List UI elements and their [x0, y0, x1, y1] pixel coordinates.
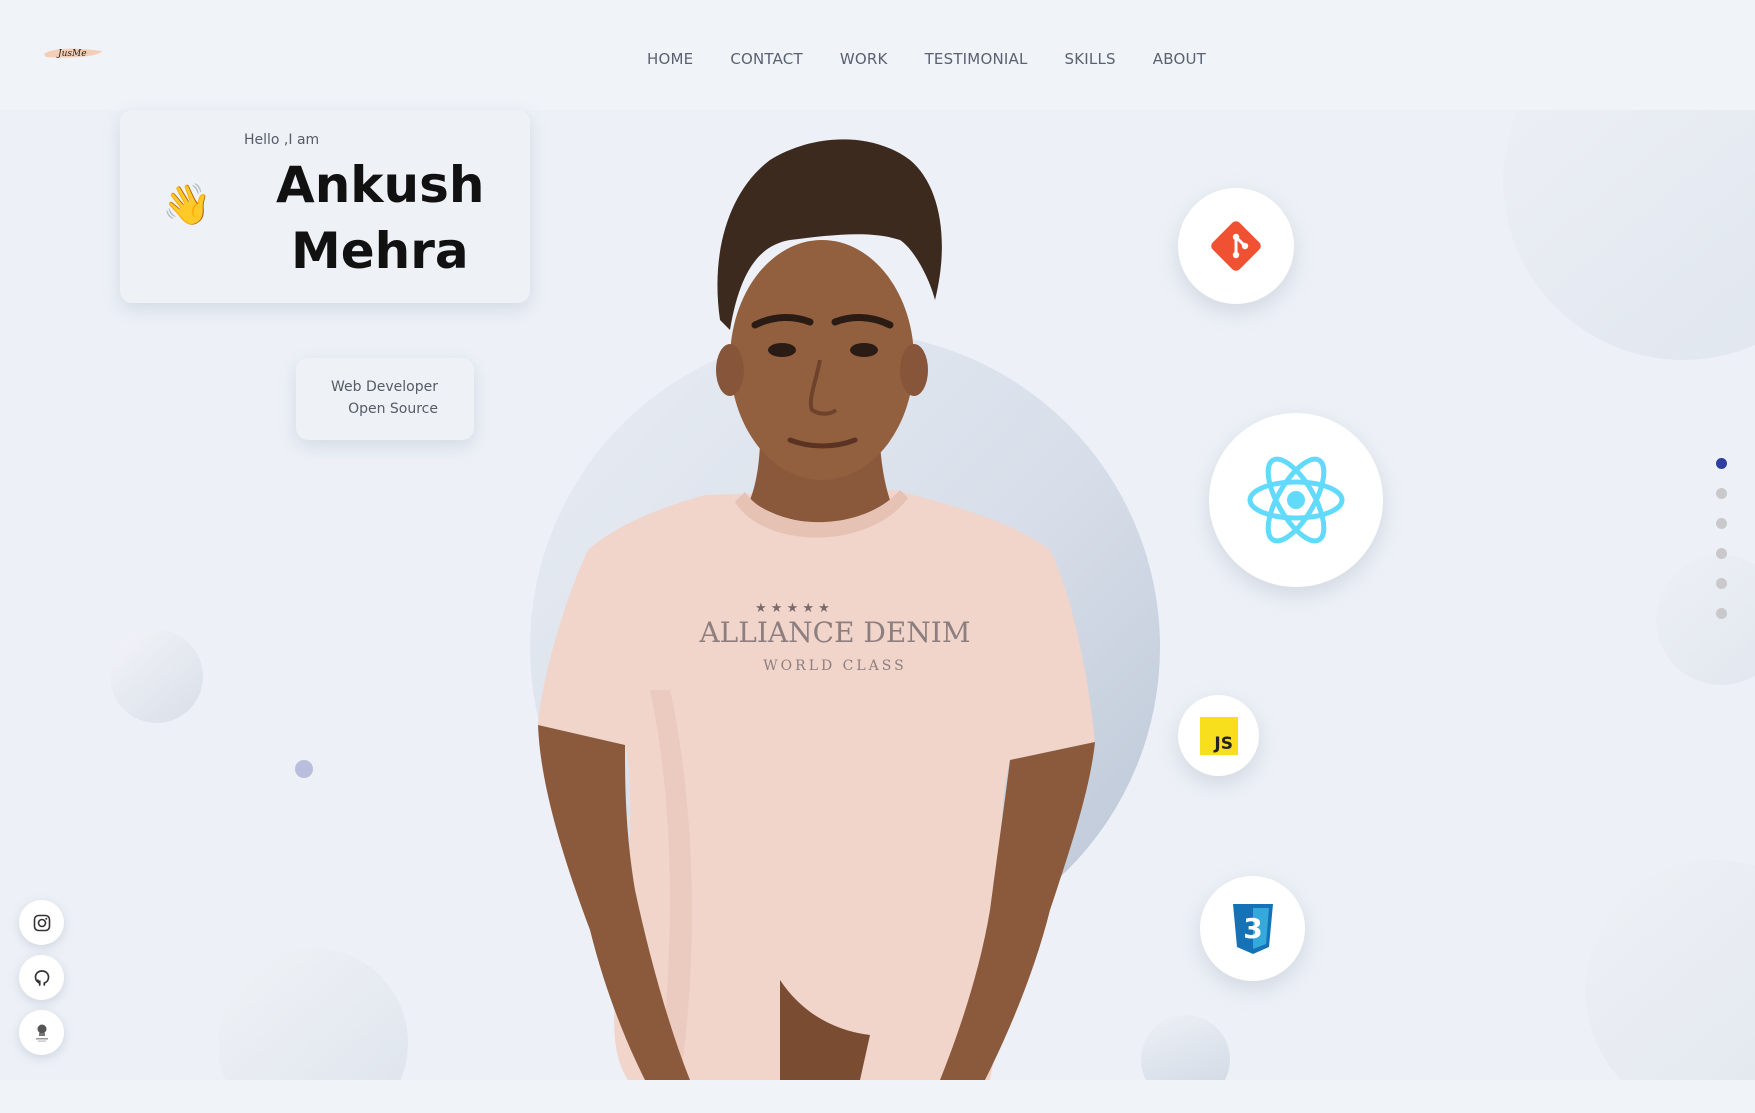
- decorative-dot: [295, 760, 313, 778]
- instagram-button[interactable]: [19, 900, 64, 945]
- role-web-developer: Web Developer: [331, 379, 438, 395]
- decorative-circle: [1585, 860, 1755, 1113]
- svg-text:JS: JS: [1213, 734, 1233, 754]
- pager-dot-4[interactable]: [1716, 548, 1727, 559]
- pager-dot-5[interactable]: [1716, 578, 1727, 589]
- site-logo[interactable]: JusMe: [42, 44, 104, 62]
- profile-photo: ★ ★ ★ ★ ★ ALLIANCE DENIM WORLD CLASS: [538, 139, 1095, 1080]
- intro-card: Hello ,I am 👋 Ankush Mehra: [120, 110, 530, 303]
- greeting-text: Hello ,I am: [244, 132, 320, 148]
- pager-dot-6[interactable]: [1716, 608, 1727, 619]
- pager-dot-3[interactable]: [1716, 518, 1727, 529]
- decorative-circle: [1656, 555, 1755, 685]
- page-bottom-band: [0, 1080, 1755, 1113]
- svg-text:3: 3: [1243, 912, 1262, 945]
- geeksforgeeks-icon: [35, 1024, 48, 1042]
- portfolio-page: JusMe HOME CONTACT WORK TESTIMONIAL SKIL…: [0, 0, 1755, 1113]
- react-icon: [1247, 456, 1345, 544]
- role-card: Web Developer Open Source: [296, 358, 474, 440]
- decorative-circle: [110, 630, 203, 723]
- nav-home[interactable]: HOME: [647, 50, 693, 68]
- skill-javascript: JS: [1178, 695, 1259, 776]
- nav-testimonial[interactable]: TESTIMONIAL: [925, 50, 1028, 68]
- last-name: Mehra: [291, 222, 469, 280]
- skill-git: [1178, 188, 1294, 304]
- javascript-icon: JS: [1199, 716, 1238, 755]
- nav-work[interactable]: WORK: [840, 50, 888, 68]
- role-open-source: Open Source: [348, 401, 438, 417]
- skill-css: 3: [1200, 876, 1305, 981]
- site-header: JusMe HOME CONTACT WORK TESTIMONIAL SKIL…: [0, 0, 1755, 110]
- waving-hand-icon: 👋: [162, 182, 212, 228]
- svg-text:JusMe: JusMe: [56, 49, 87, 59]
- css3-icon: 3: [1232, 903, 1273, 954]
- main-nav: HOME CONTACT WORK TESTIMONIAL SKILLS ABO…: [647, 50, 1243, 68]
- nav-contact[interactable]: CONTACT: [730, 50, 803, 68]
- shirt-print-sub: WORLD CLASS: [763, 658, 906, 674]
- nav-skills[interactable]: SKILLS: [1065, 50, 1116, 68]
- github-button[interactable]: [19, 955, 64, 1000]
- svg-text:★ ★ ★ ★ ★: ★ ★ ★ ★ ★: [755, 601, 830, 616]
- skill-react: [1209, 413, 1383, 587]
- git-icon: [1211, 221, 1261, 271]
- section-pager: [1716, 458, 1727, 638]
- geeksforgeeks-button[interactable]: [19, 1010, 64, 1055]
- first-name: Ankush: [276, 156, 485, 214]
- pager-dot-2[interactable]: [1716, 488, 1727, 499]
- pager-dot-1[interactable]: [1716, 458, 1727, 469]
- instagram-icon: [33, 914, 50, 931]
- shirt-print: ALLIANCE DENIM: [698, 616, 970, 649]
- github-icon: [34, 969, 49, 986]
- nav-about[interactable]: ABOUT: [1153, 50, 1206, 68]
